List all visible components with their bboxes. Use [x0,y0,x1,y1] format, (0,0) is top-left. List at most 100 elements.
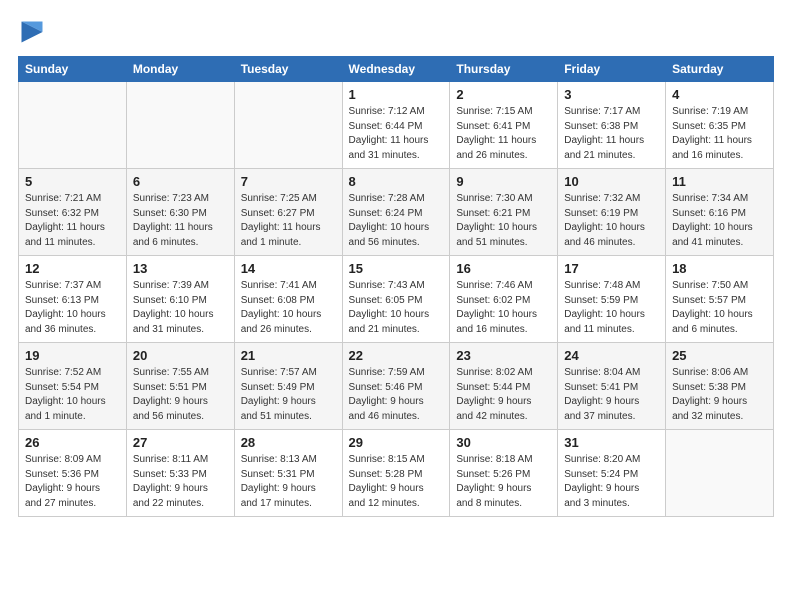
day-number: 3 [564,87,659,102]
day-info: Sunrise: 8:04 AM Sunset: 5:41 PM Dayligh… [564,366,659,424]
day-info: Sunrise: 7:46 AM Sunset: 6:02 PM Dayligh… [456,279,551,337]
day-info: Sunrise: 7:23 AM Sunset: 6:30 PM Dayligh… [133,192,228,250]
calendar-cell: 22 Sunrise: 7:59 AM Sunset: 5:46 PM Dayli… [342,343,450,430]
calendar-cell: 17Sunrise: 7:48 AM Sunset: 5:59 PM Dayli… [558,256,666,343]
logo-icon [18,18,46,46]
day-number: 18 [672,261,767,276]
header [18,18,774,46]
day-number: 25 [672,348,767,363]
weekday-header: Thursday [450,57,558,82]
day-info: Sunrise: 7:50 AM Sunset: 5:57 PM Dayligh… [672,279,767,337]
calendar-cell: 10 Sunrise: 7:32 AM Sunset: 6:19 PM Dayli… [558,169,666,256]
day-info: Sunrise: 7:57 AM Sunset: 5:49 PM Dayligh… [241,366,336,424]
day-number: 6 [133,174,228,189]
weekday-header: Saturday [666,57,774,82]
day-number: 30 [456,435,551,450]
weekday-header: Monday [126,57,234,82]
day-number: 31 [564,435,659,450]
day-info: Sunrise: 8:11 AM Sunset: 5:33 PM Dayligh… [133,453,228,511]
page: SundayMondayTuesdayWednesdayThursdayFrid… [0,0,792,612]
day-info: Sunrise: 7:48 AM Sunset: 5:59 PM Dayligh… [564,279,659,337]
day-number: 29 [349,435,444,450]
calendar-row: 26 Sunrise: 8:09 AM Sunset: 5:36 PM Dayli… [19,430,774,517]
day-info: Sunrise: 7:41 AM Sunset: 6:08 PM Dayligh… [241,279,336,337]
calendar-cell: 16 Sunrise: 7:46 AM Sunset: 6:02 PM Dayli… [450,256,558,343]
calendar-cell: 8 Sunrise: 7:28 AM Sunset: 6:24 PM Daylig… [342,169,450,256]
weekday-header: Sunday [19,57,127,82]
calendar-cell: 19 Sunrise: 7:52 AM Sunset: 5:54 PM Dayli… [19,343,127,430]
day-number: 7 [241,174,336,189]
calendar-cell: 14 Sunrise: 7:41 AM Sunset: 6:08 PM Dayli… [234,256,342,343]
weekday-header: Wednesday [342,57,450,82]
calendar-cell: 13 Sunrise: 7:39 AM Sunset: 6:10 PM Dayli… [126,256,234,343]
day-info: Sunrise: 7:30 AM Sunset: 6:21 PM Dayligh… [456,192,551,250]
day-number: 12 [25,261,120,276]
day-info: Sunrise: 8:02 AM Sunset: 5:44 PM Dayligh… [456,366,551,424]
day-number: 13 [133,261,228,276]
calendar-cell: 7 Sunrise: 7:25 AM Sunset: 6:27 PM Daylig… [234,169,342,256]
calendar-cell: 24 Sunrise: 8:04 AM Sunset: 5:41 PM Dayli… [558,343,666,430]
day-number: 14 [241,261,336,276]
day-number: 16 [456,261,551,276]
day-info: Sunrise: 7:28 AM Sunset: 6:24 PM Dayligh… [349,192,444,250]
day-number: 20 [133,348,228,363]
day-info: Sunrise: 7:32 AM Sunset: 6:19 PM Dayligh… [564,192,659,250]
calendar-cell: 3Sunrise: 7:17 AM Sunset: 6:38 PM Daylig… [558,82,666,169]
calendar-cell: 27 Sunrise: 8:11 AM Sunset: 5:33 PM Dayli… [126,430,234,517]
calendar-cell: 25 Sunrise: 8:06 AM Sunset: 5:38 PM Dayli… [666,343,774,430]
day-info: Sunrise: 7:12 AM Sunset: 6:44 PM Dayligh… [349,105,444,163]
calendar-cell: 9Sunrise: 7:30 AM Sunset: 6:21 PM Daylig… [450,169,558,256]
calendar-cell: 26 Sunrise: 8:09 AM Sunset: 5:36 PM Dayli… [19,430,127,517]
calendar-row: 19 Sunrise: 7:52 AM Sunset: 5:54 PM Dayli… [19,343,774,430]
calendar-cell: 30 Sunrise: 8:18 AM Sunset: 5:26 PM Dayli… [450,430,558,517]
calendar-cell: 20 Sunrise: 7:55 AM Sunset: 5:51 PM Dayli… [126,343,234,430]
calendar-cell: 1Sunrise: 7:12 AM Sunset: 6:44 PM Daylig… [342,82,450,169]
day-info: Sunrise: 8:20 AM Sunset: 5:24 PM Dayligh… [564,453,659,511]
day-number: 11 [672,174,767,189]
weekday-header: Friday [558,57,666,82]
day-info: Sunrise: 7:55 AM Sunset: 5:51 PM Dayligh… [133,366,228,424]
calendar-cell [126,82,234,169]
day-info: Sunrise: 7:52 AM Sunset: 5:54 PM Dayligh… [25,366,120,424]
calendar-cell: 21Sunrise: 7:57 AM Sunset: 5:49 PM Dayli… [234,343,342,430]
calendar: SundayMondayTuesdayWednesdayThursdayFrid… [18,56,774,517]
day-info: Sunrise: 8:09 AM Sunset: 5:36 PM Dayligh… [25,453,120,511]
calendar-row: 5Sunrise: 7:21 AM Sunset: 6:32 PM Daylig… [19,169,774,256]
calendar-cell: 2Sunrise: 7:15 AM Sunset: 6:41 PM Daylig… [450,82,558,169]
day-number: 19 [25,348,120,363]
weekday-header: Tuesday [234,57,342,82]
day-number: 23 [456,348,551,363]
calendar-cell: 11 Sunrise: 7:34 AM Sunset: 6:16 PM Dayli… [666,169,774,256]
calendar-cell: 15Sunrise: 7:43 AM Sunset: 6:05 PM Dayli… [342,256,450,343]
logo [18,18,50,46]
day-number: 8 [349,174,444,189]
day-number: 4 [672,87,767,102]
day-info: Sunrise: 7:39 AM Sunset: 6:10 PM Dayligh… [133,279,228,337]
calendar-cell [19,82,127,169]
day-info: Sunrise: 7:37 AM Sunset: 6:13 PM Dayligh… [25,279,120,337]
day-number: 5 [25,174,120,189]
calendar-row: 12 Sunrise: 7:37 AM Sunset: 6:13 PM Dayli… [19,256,774,343]
day-number: 10 [564,174,659,189]
calendar-cell: 4 Sunrise: 7:19 AM Sunset: 6:35 PM Daylig… [666,82,774,169]
day-info: Sunrise: 7:19 AM Sunset: 6:35 PM Dayligh… [672,105,767,163]
day-info: Sunrise: 7:59 AM Sunset: 5:46 PM Dayligh… [349,366,444,424]
calendar-cell: 5Sunrise: 7:21 AM Sunset: 6:32 PM Daylig… [19,169,127,256]
day-info: Sunrise: 8:15 AM Sunset: 5:28 PM Dayligh… [349,453,444,511]
weekday-header-row: SundayMondayTuesdayWednesdayThursdayFrid… [19,57,774,82]
day-info: Sunrise: 8:06 AM Sunset: 5:38 PM Dayligh… [672,366,767,424]
day-number: 15 [349,261,444,276]
calendar-cell: 29 Sunrise: 8:15 AM Sunset: 5:28 PM Dayli… [342,430,450,517]
day-info: Sunrise: 7:34 AM Sunset: 6:16 PM Dayligh… [672,192,767,250]
day-info: Sunrise: 8:18 AM Sunset: 5:26 PM Dayligh… [456,453,551,511]
calendar-cell: 18 Sunrise: 7:50 AM Sunset: 5:57 PM Dayli… [666,256,774,343]
day-number: 22 [349,348,444,363]
day-number: 24 [564,348,659,363]
calendar-row: 1Sunrise: 7:12 AM Sunset: 6:44 PM Daylig… [19,82,774,169]
calendar-cell: 31 Sunrise: 8:20 AM Sunset: 5:24 PM Dayli… [558,430,666,517]
day-number: 27 [133,435,228,450]
day-info: Sunrise: 7:25 AM Sunset: 6:27 PM Dayligh… [241,192,336,250]
calendar-cell: 23 Sunrise: 8:02 AM Sunset: 5:44 PM Dayli… [450,343,558,430]
calendar-cell: 12 Sunrise: 7:37 AM Sunset: 6:13 PM Dayli… [19,256,127,343]
day-number: 26 [25,435,120,450]
